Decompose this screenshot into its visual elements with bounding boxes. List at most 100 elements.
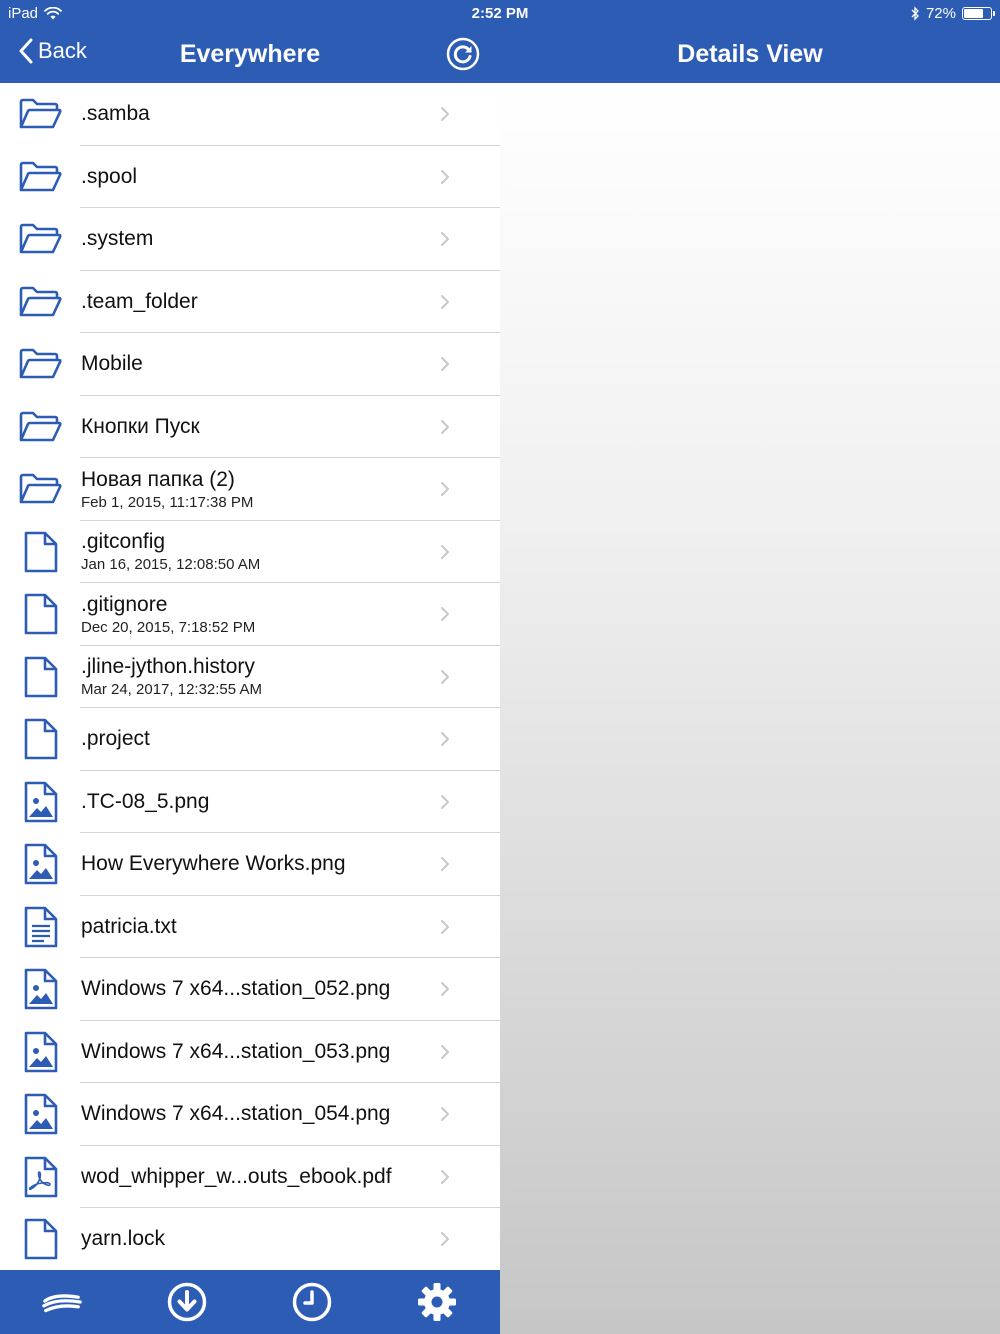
chevron-right-icon xyxy=(438,1168,452,1186)
clock-icon xyxy=(292,1282,332,1322)
folder-row[interactable]: Новая папка (2) Feb 1, 2015, 11:17:38 PM xyxy=(0,458,500,521)
chevron-right-icon xyxy=(438,668,452,686)
row-text: Windows 7 x64...station_054.png xyxy=(81,1083,440,1145)
chevron-right-icon xyxy=(438,1105,452,1123)
file-list: .samba .spool .system .team_folder Mobile Кно… xyxy=(0,83,500,1270)
folder-row[interactable]: Mobile xyxy=(0,333,500,396)
file-row[interactable]: wod_whipper_w...outs_ebook.pdf xyxy=(0,1146,500,1208)
image-file-icon xyxy=(18,842,62,886)
file-row[interactable]: patricia.txt xyxy=(0,896,500,958)
row-text: wod_whipper_w...outs_ebook.pdf xyxy=(81,1146,440,1208)
file-name: .samba xyxy=(81,102,150,125)
navigation-bar: Back Everywhere Details View xyxy=(0,26,1000,83)
refresh-icon xyxy=(446,37,480,71)
row-text: .team_folder xyxy=(81,271,440,333)
folder-icon xyxy=(18,467,62,511)
file-name: .system xyxy=(81,227,154,250)
battery-icon xyxy=(962,7,995,20)
file-name: Кнопки Пуск xyxy=(81,414,200,438)
file-date: Feb 1, 2015, 11:17:38 PM xyxy=(81,493,254,511)
file-name: Новая папка (2) xyxy=(81,467,235,491)
folder-icon xyxy=(18,155,62,199)
row-text: patricia.txt xyxy=(81,896,440,958)
chevron-right-icon xyxy=(438,543,452,561)
folder-icon xyxy=(18,92,62,136)
chevron-right-icon xyxy=(438,293,452,311)
file-row[interactable]: Windows 7 x64...station_053.png xyxy=(0,1021,500,1083)
battery-fill xyxy=(964,9,983,18)
folder-row[interactable]: .team_folder xyxy=(0,271,500,333)
image-file-icon xyxy=(18,780,62,824)
chevron-right-icon xyxy=(438,480,452,498)
details-title: Details View xyxy=(677,40,823,68)
row-text: .gitignore Dec 20, 2015, 7:18:52 PM xyxy=(81,583,440,645)
status-right: 72% xyxy=(910,5,995,22)
file-icon xyxy=(18,592,62,636)
file-name: .project xyxy=(81,727,150,750)
row-text: .jline-jython.history Mar 24, 2017, 12:32… xyxy=(81,646,440,708)
image-file-icon xyxy=(18,967,62,1011)
file-row[interactable]: yarn.lock xyxy=(0,1208,500,1270)
pdf-file-icon xyxy=(18,1155,62,1199)
row-text: .TC-08_5.png xyxy=(81,771,440,833)
row-text: .gitconfig Jan 16, 2015, 12:08:50 AM xyxy=(81,521,440,583)
row-text: Mobile xyxy=(81,333,440,395)
file-row[interactable]: .TC-08_5.png xyxy=(0,771,500,833)
chevron-right-icon xyxy=(438,1230,452,1248)
tab-settings[interactable] xyxy=(417,1282,457,1322)
tab-recent[interactable] xyxy=(292,1282,332,1322)
tab-cloud[interactable] xyxy=(42,1282,82,1322)
folder-row[interactable]: .system xyxy=(0,208,500,271)
cloud-icon xyxy=(42,1294,82,1313)
chevron-right-icon xyxy=(438,918,452,936)
folder-row[interactable]: Кнопки Пуск xyxy=(0,396,500,458)
file-row[interactable]: Windows 7 x64...station_054.png xyxy=(0,1083,500,1146)
tab-bar xyxy=(0,1270,500,1334)
file-name: .gitignore xyxy=(81,592,168,616)
file-row[interactable]: .project xyxy=(0,708,500,771)
file-name: Windows 7 x64...station_052.png xyxy=(81,977,391,1000)
file-name: wod_whipper_w...outs_ebook.pdf xyxy=(81,1164,392,1188)
file-name: Windows 7 x64...station_053.png xyxy=(81,1039,391,1063)
refresh-button[interactable] xyxy=(446,37,480,71)
file-name: patricia.txt xyxy=(81,914,177,938)
file-icon xyxy=(18,655,62,699)
row-text: Кнопки Пуск xyxy=(81,396,440,458)
file-name: .spool xyxy=(81,164,138,188)
folder-row[interactable]: .spool xyxy=(0,146,500,208)
row-text: How Everywhere Works.png xyxy=(81,833,440,895)
file-date: Dec 20, 2015, 7:18:52 PM xyxy=(81,618,256,636)
details-pane xyxy=(500,83,1000,1334)
file-row[interactable]: .jline-jython.history Mar 24, 2017, 12:32… xyxy=(0,646,500,708)
file-date: Jan 16, 2015, 12:08:50 AM xyxy=(81,556,261,573)
file-icon xyxy=(18,1217,62,1261)
tab-downloads[interactable] xyxy=(167,1282,207,1322)
file-row[interactable]: How Everywhere Works.png xyxy=(0,833,500,896)
file-row[interactable]: .gitignore Dec 20, 2015, 7:18:52 PM xyxy=(0,583,500,646)
chevron-right-icon xyxy=(438,168,452,186)
chevron-right-icon xyxy=(438,605,452,623)
chevron-right-icon xyxy=(438,418,452,436)
row-text: Windows 7 x64...station_053.png xyxy=(81,1021,440,1083)
file-name: Mobile xyxy=(81,352,143,375)
file-row[interactable]: .gitconfig Jan 16, 2015, 12:08:50 AM xyxy=(0,521,500,583)
text-file-icon xyxy=(18,905,62,949)
folder-icon xyxy=(18,342,62,386)
folder-icon xyxy=(18,280,62,324)
page-title: Everywhere xyxy=(179,40,321,68)
status-bar: iPad 2:52 PM 72% xyxy=(0,0,1000,26)
bluetooth-icon xyxy=(911,6,919,21)
file-icon xyxy=(18,717,62,761)
chevron-right-icon xyxy=(438,230,452,248)
folder-row[interactable]: .samba xyxy=(0,83,500,146)
image-file-icon xyxy=(18,1092,62,1136)
file-name: .gitconfig xyxy=(81,530,166,553)
row-text: .system xyxy=(81,208,440,270)
file-name: .TC-08_5.png xyxy=(81,789,210,813)
row-text: Windows 7 x64...station_052.png xyxy=(81,958,440,1020)
chevron-right-icon xyxy=(438,730,452,748)
file-row[interactable]: Windows 7 x64...station_052.png xyxy=(0,958,500,1021)
file-date: Mar 24, 2017, 12:32:55 AM xyxy=(81,681,262,698)
battery-percent: 72% xyxy=(925,5,956,22)
chevron-right-icon xyxy=(438,980,452,998)
